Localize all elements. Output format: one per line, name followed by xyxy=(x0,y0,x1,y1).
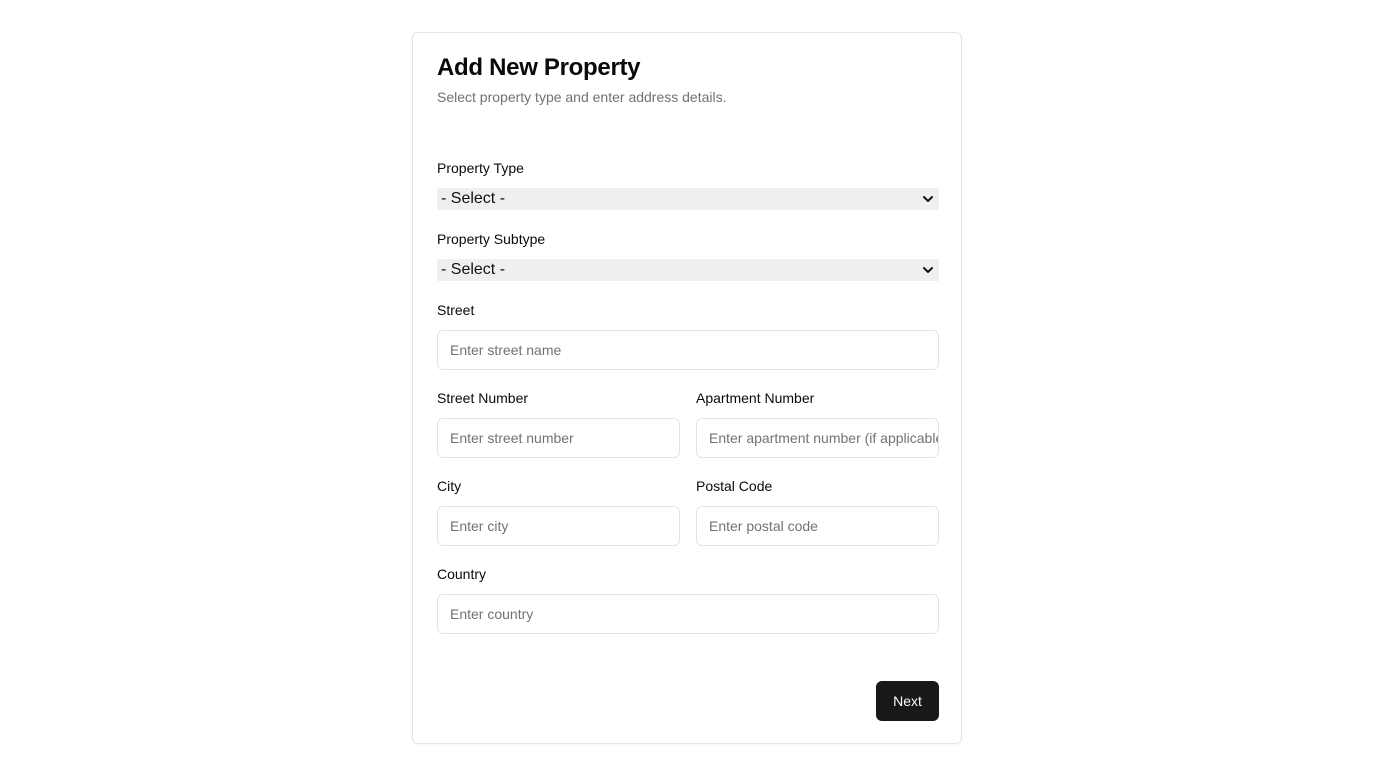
postal-code-label: Postal Code xyxy=(696,478,773,494)
apartment-number-input[interactable]: Enter apartment number (if applicable) xyxy=(696,418,939,458)
country-label: Country xyxy=(437,566,487,582)
street-input[interactable]: Enter street name xyxy=(437,330,939,370)
postal-code-input[interactable]: Enter postal code xyxy=(696,506,939,546)
add-property-card: Add New Property Select property type an… xyxy=(412,32,962,744)
street-number-placeholder: Enter street number xyxy=(450,430,574,446)
property-subtype-label: Property Subtype xyxy=(437,231,546,247)
city-input[interactable]: Enter city xyxy=(437,506,680,546)
page-subtitle: Select property type and enter address d… xyxy=(437,89,727,105)
city-placeholder: Enter city xyxy=(450,518,509,534)
city-label: City xyxy=(437,478,462,494)
apartment-number-label: Apartment Number xyxy=(696,390,815,406)
property-type-label: Property Type xyxy=(437,160,524,176)
chevron-down-icon xyxy=(923,196,933,202)
page-title: Add New Property xyxy=(437,54,641,81)
next-button[interactable]: Next xyxy=(876,681,939,721)
country-placeholder: Enter country xyxy=(450,606,534,622)
chevron-down-icon xyxy=(923,267,933,273)
street-number-label: Street Number xyxy=(437,390,529,406)
apartment-number-placeholder: Enter apartment number (if applicable) xyxy=(709,430,939,446)
property-type-value: - Select - xyxy=(441,190,506,207)
property-subtype-select[interactable]: - Select - xyxy=(437,259,939,281)
street-placeholder: Enter street name xyxy=(450,342,562,358)
street-number-input[interactable]: Enter street number xyxy=(437,418,680,458)
postal-code-placeholder: Enter postal code xyxy=(709,518,818,534)
property-subtype-value: - Select - xyxy=(441,261,506,278)
country-input[interactable]: Enter country xyxy=(437,594,939,634)
street-label: Street xyxy=(437,302,475,318)
property-type-select[interactable]: - Select - xyxy=(437,188,939,210)
